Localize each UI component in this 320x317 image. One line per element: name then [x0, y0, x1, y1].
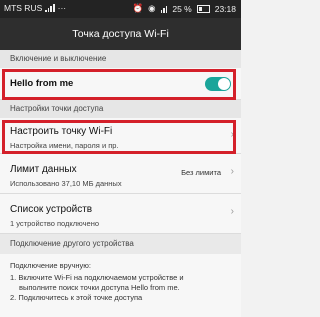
section-label: Включение и выключение — [10, 54, 107, 63]
title-bar: Точка доступа Wi-Fi — [0, 18, 241, 50]
instruction-line: 2. Подключитесь к этой точке доступа — [10, 293, 143, 302]
alarm-icon: ⏰ — [132, 3, 144, 13]
section-label: Подключение другого устройства — [10, 239, 134, 248]
status-bar: MTS RUS ··· ⏰ ◉ 25 % 23:18 — [0, 0, 241, 18]
data-limit-value: Без лимита — [181, 168, 221, 177]
instruction-line: 1. Включите Wi-Fi на подключаемом устрой… — [10, 273, 184, 282]
cellular-icon — [160, 5, 168, 13]
instruction-line: Подключение вручную: — [10, 261, 91, 270]
carrier-name: MTS RUS — [4, 3, 43, 13]
instructions-block: Подключение вручную: 1. Включите Wi-Fi н… — [0, 254, 241, 317]
section-label: Настройки точки доступа — [10, 104, 104, 113]
screen: MTS RUS ··· ⏰ ◉ 25 % 23:18 Точка доступа… — [0, 0, 241, 317]
instruction-line: выполните поиск точки доступа Hello from… — [19, 283, 180, 292]
more-icon: ··· — [57, 3, 67, 13]
data-limit-title: Лимит данных — [10, 164, 77, 175]
data-limit-row[interactable]: Лимит данных Использовано 37,10 МБ данны… — [0, 154, 241, 194]
data-limit-subtitle: Использовано 37,10 МБ данных — [10, 179, 122, 188]
page-title: Точка доступа Wi-Fi — [72, 28, 169, 40]
chevron-right-icon: › — [230, 206, 234, 217]
section-header-settings: Настройки точки доступа — [0, 100, 241, 118]
section-header-other-device: Подключение другого устройства — [0, 234, 241, 254]
clock: 23:18 — [214, 3, 236, 14]
chevron-right-icon: › — [230, 166, 234, 177]
section-header-enable: Включение и выключение — [0, 50, 241, 68]
wifi-hotspot-icon: ◉ — [148, 3, 156, 13]
device-list-row[interactable]: Список устройств 1 устройство подключено… — [0, 194, 241, 234]
signal-icon — [45, 4, 55, 12]
device-list-title: Список устройств — [10, 204, 93, 215]
battery-icon — [196, 4, 210, 13]
device-list-subtitle: 1 устройство подключено — [10, 219, 100, 228]
highlight-box — [2, 69, 236, 100]
battery-percent: 25 % — [172, 3, 192, 14]
highlight-box — [2, 120, 236, 154]
